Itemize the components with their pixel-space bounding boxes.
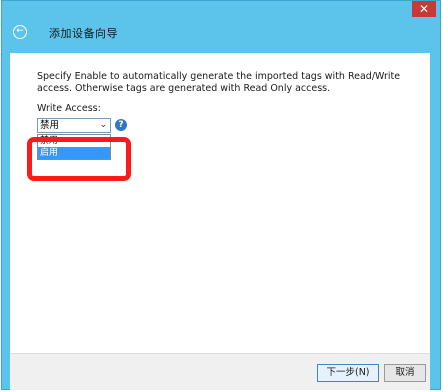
wizard-window: ✕ ← 添加设备向导 Specify Enable to automatical… bbox=[1, 0, 441, 390]
back-arrow-icon[interactable]: ← bbox=[13, 25, 27, 39]
help-icon[interactable]: ? bbox=[115, 119, 127, 131]
footer-bar: 下一步(N) 取消 bbox=[10, 353, 430, 390]
window-title: 添加设备向导 bbox=[49, 27, 118, 40]
title-bar: ← 添加设备向导 bbox=[2, 1, 440, 61]
selected-value: 禁用 bbox=[40, 120, 60, 131]
cancel-button[interactable]: 取消 bbox=[384, 364, 426, 382]
chevron-down-icon[interactable]: ⌄ bbox=[99, 119, 107, 132]
description-text: Specify Enable to automatically generate… bbox=[37, 71, 401, 94]
highlight-annotation bbox=[27, 137, 131, 181]
content-panel: Specify Enable to automatically generate… bbox=[10, 53, 430, 353]
next-button[interactable]: 下一步(N) bbox=[317, 364, 379, 382]
write-access-select[interactable]: 禁用 ⌄ bbox=[37, 118, 111, 133]
write-access-label: Write Access: bbox=[37, 103, 101, 114]
